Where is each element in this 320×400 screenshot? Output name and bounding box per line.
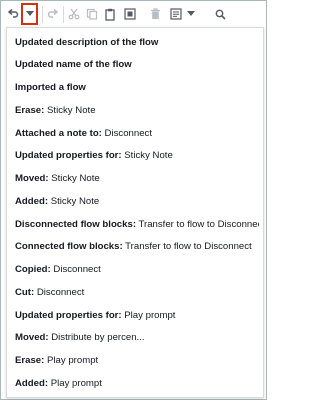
history-item-target: Disconnect [34,287,85,298]
history-item-action: Updated properties for: [15,150,122,161]
zoom-button[interactable] [212,5,228,23]
note-dropdown-icon [187,11,195,16]
history-item[interactable]: Imported a flow [15,79,259,97]
history-item[interactable]: Added: Sticky Note [15,193,259,211]
history-item[interactable]: Cut: Disconnect [15,284,259,302]
select-all-button[interactable] [121,5,139,23]
history-item-action: Imported a flow [15,82,86,93]
history-item-target: Sticky Note [48,173,100,184]
undo-history-dropdown-button[interactable] [21,3,38,25]
history-item-target: Play prompt [48,378,102,389]
history-item-target: Disconnect [50,264,101,275]
history-item[interactable]: Moved: Sticky Note [15,170,259,188]
history-item[interactable]: Attached a note to: Disconnect [15,125,259,143]
undo-history-menu: Updated description of the flow Updated … [6,27,264,398]
undo-dropdown-icon [25,11,34,16]
redo-button[interactable] [45,5,61,23]
history-item-target: Disconnect [101,128,153,139]
history-item[interactable]: Erase: Play prompt [15,352,259,370]
cut-icon [68,8,80,20]
history-item[interactable]: Updated properties for: Play prompt [15,307,259,325]
history-item-action: Added: [15,378,49,389]
zoom-icon [215,9,226,20]
history-item-action: Attached a note to: [15,128,102,139]
history-item[interactable]: Updated description of the flow [15,34,259,52]
history-item[interactable]: Updated properties for: Sticky Note [15,147,259,165]
history-item[interactable]: Updated name of the flow [15,56,259,74]
history-item-target: Sticky Note [44,105,96,116]
history-item-action: Updated description of the flow [15,37,159,48]
note-dropdown-button[interactable] [185,5,197,23]
history-item-action: Erase: [15,105,45,116]
history-item-target: Sticky Note [48,196,100,207]
history-item[interactable]: Disconnected flow blocks: Transfer to fl… [15,216,259,234]
note-button[interactable] [168,5,184,23]
history-item-action: Moved: [15,173,49,184]
history-item[interactable]: Copied: Disconnect [15,261,259,279]
select-all-icon [124,8,136,20]
undo-button[interactable] [5,5,21,23]
history-item-action: Updated properties for: [15,310,122,321]
history-item-action: Moved: [15,332,49,343]
history-item-target: Play prompt [44,355,99,366]
history-item-target: Sticky Note [121,150,173,161]
history-item-target: Transfer to flow to Disconnect [136,219,260,230]
copy-icon [86,8,98,20]
history-item[interactable]: Erase: Sticky Note [15,102,259,120]
cut-button[interactable] [65,5,83,23]
delete-icon [150,8,160,19]
history-item-target: Play prompt [121,310,176,321]
toolbar [1,1,266,28]
history-item-action: Cut: [15,287,35,298]
history-item-target: Distribute by percen... [48,332,145,343]
flow-editor-frame: Updated description of the flow Updated … [0,0,267,400]
delete-button[interactable] [146,5,164,23]
history-item-action: Connected flow blocks: [15,241,123,252]
history-item-action: Disconnected flow blocks: [15,219,137,230]
paste-button[interactable] [101,5,119,23]
undo-icon [7,8,19,18]
note-icon [170,8,182,20]
toolbar-divider [42,6,43,23]
history-item-action: Updated name of the flow [15,59,132,70]
redo-icon [47,8,59,18]
history-item[interactable]: Connected flow blocks: Transfer to flow … [15,238,259,256]
toolbar-divider [63,6,64,23]
paste-icon [105,8,115,21]
copy-button[interactable] [83,5,101,23]
history-item-action: Erase: [15,355,45,366]
history-item[interactable]: Added: Play prompt [15,375,259,393]
history-item-action: Added: [15,196,49,207]
history-item[interactable]: Moved: Distribute by percen... [15,329,259,347]
history-item-action: Copied: [15,264,51,275]
history-item-target: Transfer to flow to Disconnect [122,241,252,252]
